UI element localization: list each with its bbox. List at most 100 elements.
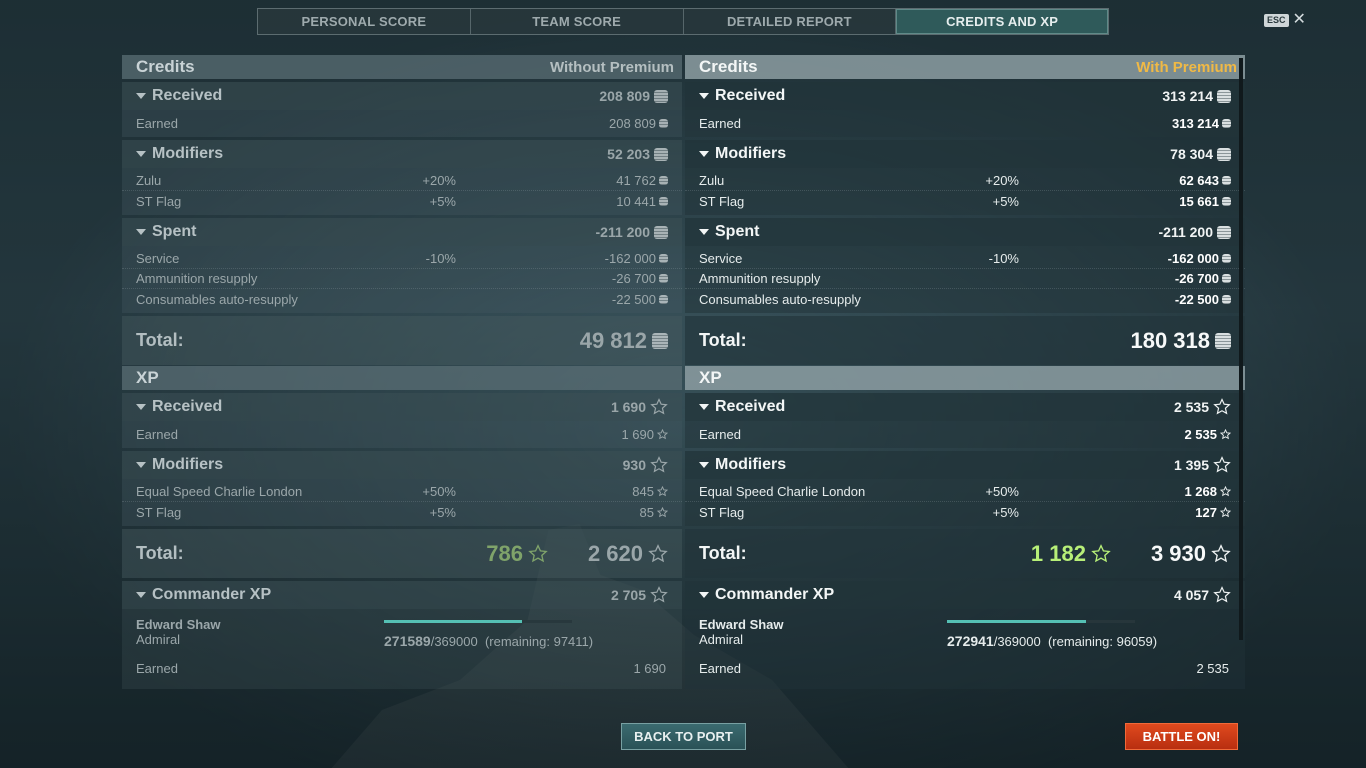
group-value: 313 214 [1162,88,1213,104]
commander-card: Edward Shaw Admiral 272941/369000 (remai… [685,609,1245,689]
credits-coin-icon [1222,274,1231,283]
tab-credits-and-xp[interactable]: CREDITS AND XP [896,9,1108,34]
free-xp-star-icon [1091,543,1111,562]
commander-card: Edward Shaw Admiral 271589/369000 (remai… [122,609,682,689]
row-label: ST Flag [699,504,745,520]
row-label: Earned [136,426,178,442]
xp-star-icon [648,543,668,562]
credits-coin-icon [1222,118,1231,128]
row-value: -22 500 [611,291,656,307]
commander-xp-remaining: (remaining: 96059) [1047,634,1158,649]
row-value: 208 809 [609,115,656,131]
credits-coin-icon [659,274,668,283]
row-value: -162 000 [1167,251,1219,266]
esc-key-hint: ESC [1264,13,1289,27]
row-label: Consumables auto-resupply [699,291,861,307]
xp-star-icon [1213,398,1231,415]
group-label: Received [152,87,223,104]
credits-spent-header[interactable]: Spent -211 200 [685,218,1245,246]
group-label: Modifiers [152,145,224,162]
row-label: Ammunition resupply [699,271,821,286]
group-value: 52 203 [607,146,650,162]
credits-modifiers-header[interactable]: Modifiers 78 304 [685,140,1245,168]
xp-total-value-wrap: 2 620 [588,541,668,567]
list-item: Service -10% -162 000 [685,249,1245,269]
xp-modifiers-header[interactable]: Modifiers 1 395 [685,451,1245,479]
credits-coin-icon [1222,176,1231,185]
credits-received-header[interactable]: Received 208 809 [122,82,682,110]
row-value: -26 700 [1174,271,1219,286]
xp-received-header[interactable]: Received 2 535 [685,393,1245,421]
tab-detailed-report[interactable]: DETAILED REPORT [684,9,897,34]
battle-on-button[interactable]: BATTLE ON! [1125,723,1238,750]
xp-star-icon [1220,486,1231,497]
collapse-triangle-icon [136,151,146,157]
group-value: -211 200 [1158,224,1214,240]
commander-xp-max: /369000 [430,634,478,649]
row-value: 313 214 [1172,115,1219,131]
row-label: Zulu [136,173,162,188]
credits-coin-icon [1222,254,1231,263]
credits-coin-icon [654,225,668,239]
credits-coin-icon [659,176,668,185]
credits-spent-header[interactable]: Spent -211 200 [122,218,682,246]
row-percent: +5% [429,193,456,209]
group-label: Spent [152,223,197,240]
group-label: Modifiers [715,456,787,473]
total-label: Total: [699,330,747,350]
xp-star-icon [650,456,668,473]
xp-star-icon [1211,543,1231,562]
xp-star-icon [650,586,668,603]
premium-status-label: Without Premium [549,58,674,76]
xp-star-icon [657,428,668,439]
row-value: 1 268 [1184,484,1217,499]
xp-star-icon [1220,506,1231,517]
credits-coin-icon [654,147,668,161]
row-label: Service [136,251,180,266]
with-premium-panel: Credits With Premium Received 313 214 Ea… [685,55,1245,700]
row-label: ST Flag [136,504,182,520]
credits-received-rows: Earned 313 214 [685,110,1245,137]
credits-modifiers-header[interactable]: Modifiers 52 203 [122,140,682,168]
commander-xp-header[interactable]: Commander XP 4 057 [685,581,1245,609]
xp-star-icon [657,486,668,497]
commander-xp-header[interactable]: Commander XP 2 705 [122,581,682,609]
xp-header: XP [685,366,1245,390]
commander-progress-bar [947,620,1135,623]
row-value: -22 500 [1174,291,1219,307]
row-label: Equal Speed Charlie London [699,484,866,499]
credits-received-header[interactable]: Received 313 214 [685,82,1245,110]
collapse-triangle-icon [136,404,146,410]
list-item: Consumables auto-resupply -22 500 [122,289,682,309]
group-value: 1 690 [610,399,646,415]
list-item: ST Flag +5% 15 661 [685,191,1245,211]
commander-xp-progress: 272941/369000 (remaining: 96059) [947,633,1157,649]
row-label: Service [699,251,743,266]
tab-personal-score[interactable]: PERSONAL SCORE [258,9,471,34]
row-value: 85 [639,504,654,520]
tab-team-score[interactable]: TEAM SCORE [471,9,684,34]
credits-coin-icon [1217,89,1231,103]
premium-status-label: With Premium [1136,58,1237,76]
xp-modifiers-header[interactable]: Modifiers 930 [122,451,682,479]
xp-modifiers-rows: Equal Speed Charlie London +50% 845 ST Fla… [122,479,682,526]
credits-spent-rows: Service -10% -162 000 Ammunition resupply -… [685,246,1245,313]
scrollbar[interactable] [1239,58,1243,640]
list-item: Service -10% -162 000 [122,249,682,269]
row-label: Zulu [699,173,725,188]
group-label: Modifiers [152,456,224,473]
close-button[interactable]: ESC ✕ [1264,11,1306,28]
row-label: Ammunition resupply [136,271,258,286]
xp-received-header[interactable]: Received 1 690 [122,393,682,421]
group-label: Commander XP [715,586,835,603]
group-label: Received [152,398,223,415]
close-icon: ✕ [1292,11,1306,28]
commander-progress-bar [384,620,572,623]
row-percent: +20% [985,173,1019,188]
credits-title: Credits [699,57,758,76]
back-to-port-button[interactable]: BACK TO PORT [621,723,746,750]
list-item: Consumables auto-resupply -22 500 [685,289,1245,309]
group-value: 4 057 [1173,587,1209,603]
row-label: Consumables auto-resupply [136,291,298,307]
xp-received-rows: Earned 1 690 [122,421,682,448]
